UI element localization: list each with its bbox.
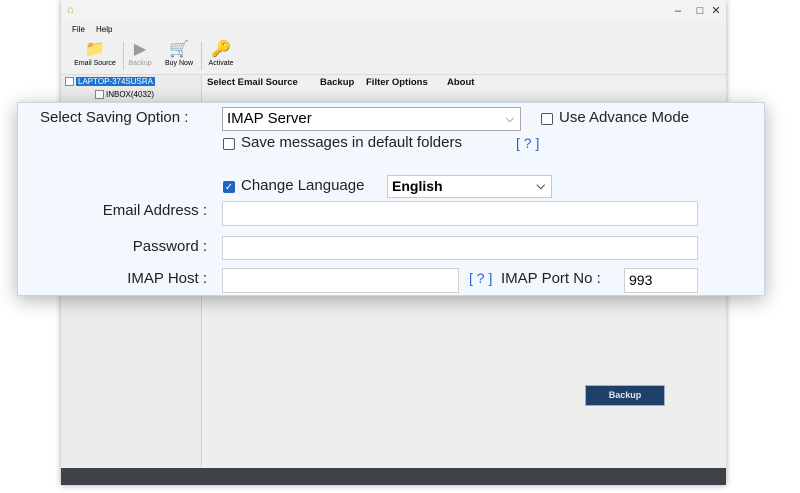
play-icon: ▶ (133, 41, 147, 58)
backup-tool-button[interactable]: ▶ Backup (125, 40, 155, 72)
language-value: English (392, 178, 443, 194)
imap-host-help-link[interactable]: [ ? ] (469, 270, 492, 286)
imap-port-label: IMAP Port No : (501, 270, 601, 287)
menu-bar: File Help (61, 22, 726, 38)
tree-root-label: LAPTOP-374SUSRA (76, 77, 155, 86)
activate-label: Activate (208, 60, 234, 67)
saving-option-select[interactable]: IMAP Server ⌵ (222, 107, 521, 131)
imap-host-label: IMAP Host : (127, 270, 207, 287)
tree-child-label: INBOX(4032) (106, 90, 155, 99)
menu-file[interactable]: File (72, 25, 85, 34)
password-label: Password : (132, 238, 207, 255)
advance-mode-label: Use Advance Mode (559, 109, 690, 126)
imap-port-field[interactable]: 993 (624, 268, 698, 293)
default-folders-checkbox[interactable] (223, 138, 235, 150)
tree-root-item[interactable]: LAPTOP-374SUSRA (65, 76, 155, 88)
tab-about[interactable]: About (447, 77, 474, 88)
imap-host-field[interactable] (222, 268, 459, 293)
tree-child-item[interactable]: INBOX(4032) (95, 89, 154, 101)
default-folders-label: Save messages in default folders (241, 134, 462, 151)
backup-tool-label: Backup (128, 60, 152, 67)
tree-checkbox[interactable] (65, 77, 74, 87)
tab-backup[interactable]: Backup (320, 77, 354, 88)
key-icon: 🔑 (211, 41, 231, 58)
password-field[interactable] (222, 236, 698, 260)
toolbar-divider (123, 42, 124, 70)
minimize-icon[interactable]: – (671, 4, 685, 18)
saving-option-value: IMAP Server (227, 110, 312, 127)
tab-filter-options[interactable]: Filter Options (366, 77, 428, 88)
status-bar (61, 468, 726, 485)
email-source-label: Email Source (74, 60, 116, 67)
app-icon: ⌂ (67, 4, 74, 16)
activate-button[interactable]: 🔑 Activate (204, 40, 238, 72)
change-language-checkbox[interactable]: ✓ (223, 181, 235, 193)
advance-mode-checkbox[interactable] (541, 113, 553, 125)
email-source-button[interactable]: 📁 Email Source (69, 40, 121, 72)
default-folders-help-link[interactable]: [ ? ] (516, 135, 539, 151)
menu-help[interactable]: Help (96, 25, 112, 34)
cart-icon: 🛒 (169, 41, 189, 58)
backup-button[interactable]: Backup (585, 385, 665, 406)
chevron-down-icon: ⌵ (536, 180, 545, 192)
buy-now-button[interactable]: 🛒 Buy Now (161, 40, 197, 72)
tree-checkbox[interactable] (95, 90, 104, 100)
toolbar: 📁 Email Source ▶ Backup 🛒 Buy Now 🔑 Acti… (61, 38, 726, 75)
toolbar-divider (201, 42, 202, 70)
title-bar: ⌂ – □ ✕ (61, 0, 726, 22)
backup-options-zoom-panel: Select Saving Option : IMAP Server ⌵ Use… (17, 102, 765, 296)
buy-now-label: Buy Now (164, 60, 193, 67)
folder-add-icon: 📁 (85, 41, 105, 58)
close-icon[interactable]: ✕ (709, 4, 723, 18)
email-address-field[interactable] (222, 201, 698, 226)
maximize-icon[interactable]: □ (693, 4, 707, 18)
change-language-label: Change Language (241, 177, 365, 194)
tab-select-email-source[interactable]: Select Email Source (207, 77, 298, 88)
chevron-down-icon: ⌵ (505, 113, 514, 125)
language-select[interactable]: English ⌵ (387, 175, 552, 198)
email-address-label: Email Address : (102, 202, 207, 219)
saving-option-label: Select Saving Option : (40, 109, 189, 126)
